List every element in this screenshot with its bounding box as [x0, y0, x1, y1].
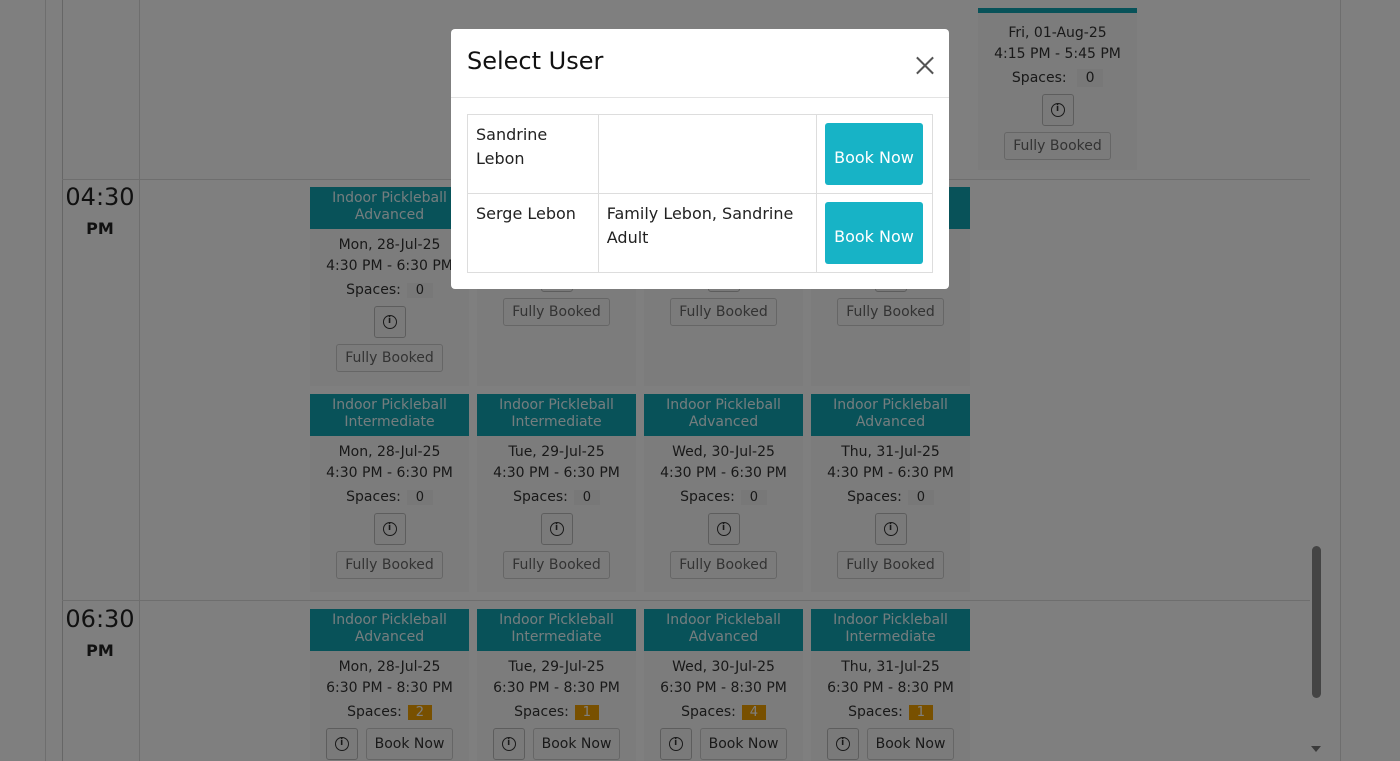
modal-title: Select User	[467, 47, 604, 75]
user-name: Serge Lebon	[467, 193, 599, 273]
select-user-modal: Select User Sandrine Lebon Book Now Serg…	[451, 29, 949, 289]
table-row: Sandrine Lebon Book Now	[467, 114, 933, 194]
table-row: Serge Lebon Family Lebon, Sandrine Adult…	[467, 193, 933, 273]
user-table: Sandrine Lebon Book Now Serge Lebon Fami…	[467, 114, 933, 273]
user-name: Sandrine Lebon	[467, 114, 599, 194]
book-now-button[interactable]: Book Now	[825, 202, 923, 264]
user-details: Family Lebon, Sandrine Adult	[597, 193, 818, 273]
user-details	[597, 114, 818, 194]
action-cell: Book Now	[816, 193, 933, 273]
modal-header: Select User	[451, 29, 949, 98]
action-cell: Book Now	[816, 114, 933, 194]
close-icon[interactable]	[911, 52, 939, 80]
book-now-button[interactable]: Book Now	[825, 123, 923, 185]
